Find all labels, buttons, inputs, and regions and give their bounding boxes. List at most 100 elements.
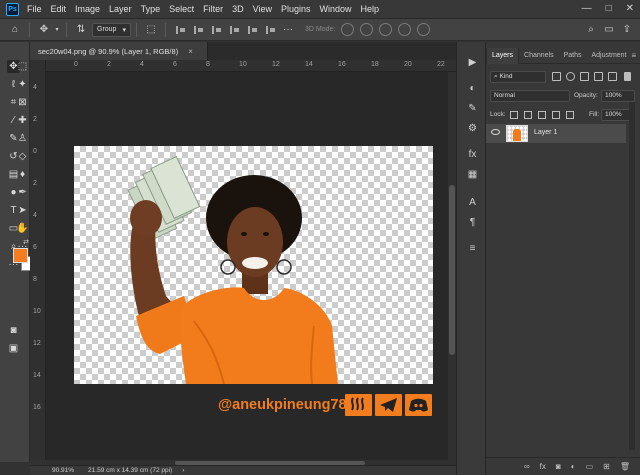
close-window-button[interactable]: ✕ [626,3,634,14]
quick-mask-icon[interactable]: ◙ [7,324,20,337]
menu-type[interactable]: Type [141,4,161,14]
new-group-icon[interactable]: ▭ [586,462,594,471]
menu-plugins[interactable]: Plugins [281,4,311,14]
blend-mode-value: Normal [494,92,515,99]
styles-panel-icon[interactable]: fx [466,148,479,161]
document-canvas[interactable] [74,146,433,384]
adjustments-panel-icon[interactable]: ⚙ [466,122,479,135]
slide-3d-icon [398,23,412,36]
healing-brush-tool-icon[interactable]: ✚ [16,114,29,127]
maximize-button[interactable]: □ [606,3,612,14]
pen-tool-icon[interactable]: ✒ [16,186,29,199]
align-center-icon[interactable] [191,24,205,36]
menu-edit[interactable]: Edit [51,4,67,14]
paragraph-panel-icon[interactable]: ¶ [466,216,479,229]
ruler-tick-label: 14 [33,372,41,379]
vertical-ruler: 4 2 0 2 4 6 8 10 12 14 16 [30,60,46,460]
menu-view[interactable]: View [253,4,272,14]
swap-colors-icon[interactable]: ⇄ [16,238,29,248]
tab-channels[interactable]: Channels [519,48,559,64]
align-left-icon[interactable] [173,24,187,36]
opacity-input[interactable]: 100% [601,90,635,102]
vertical-scrollbar-thumb[interactable] [449,185,455,355]
lock-artboard-icon[interactable] [552,111,560,119]
foreground-color-swatch[interactable] [13,248,28,263]
color-panel-icon[interactable]: ◐ [466,82,479,95]
home-icon[interactable]: ⌂ [6,22,24,38]
more-options-icon[interactable]: ··· [279,22,297,38]
marquee-tool-icon[interactable]: ⬚ [16,60,29,73]
workspace-icon[interactable]: ▭ [600,22,618,38]
frame-tool-icon[interactable]: ⊠ [16,96,29,109]
ruler-tick-label: 16 [338,61,346,68]
pixel-filter-icon[interactable] [552,72,561,81]
status-menu-arrow[interactable]: › [182,467,184,474]
layer-name[interactable]: Layer 1 [534,129,557,136]
document-tab[interactable]: sec20w04.png @ 90.9% (Layer 1, RGB/8) × [30,42,208,60]
menu-filter[interactable]: Filter [203,4,223,14]
eye-visibility-icon[interactable] [491,129,500,135]
search-icon[interactable]: ⌕ [582,22,600,38]
menu-window[interactable]: Window [320,4,352,14]
menu-layer[interactable]: Layer [109,4,132,14]
share-icon[interactable]: ⇪ [618,22,636,38]
magic-wand-tool-icon[interactable]: ✦ [16,78,29,91]
close-tab-icon[interactable]: × [188,47,193,56]
align-top-icon[interactable] [227,24,241,36]
lock-position-icon[interactable] [538,111,546,119]
align-bottom-icon[interactable] [263,24,277,36]
filter-toggle-icon[interactable] [624,72,631,81]
photoshop-logo-icon[interactable]: Ps [6,2,19,16]
layer-style-icon[interactable]: fx [540,462,546,471]
lock-all-icon[interactable] [566,111,574,119]
menu-file[interactable]: File [27,4,42,14]
adjustment-layer-icon[interactable]: ◐ [571,462,576,471]
path-selection-tool-icon[interactable]: ➤ [16,204,29,217]
shape-filter-icon[interactable] [594,72,603,81]
properties-panel-icon[interactable]: ≡ [466,242,479,255]
move-tool-options-icon[interactable]: ✥ [35,22,53,38]
3d-mode-label: 3D Mode: [304,26,336,33]
link-layers-icon[interactable]: ∞ [524,462,530,471]
transform-controls-icon[interactable]: ⬚ [142,22,160,38]
auto-select-icon[interactable]: ⇅ [72,22,90,38]
menu-help[interactable]: Help [361,4,380,14]
hand-tool-icon[interactable]: ✋ [16,222,29,235]
tab-paths[interactable]: Paths [559,48,587,64]
brush-panel-icon[interactable]: ✎ [466,102,479,115]
smart-object-filter-icon[interactable] [608,72,617,81]
lock-transparency-icon[interactable] [510,111,518,119]
tab-layers[interactable]: Layers [486,47,520,64]
delete-layer-icon[interactable]: 🗑 [620,462,630,471]
auto-select-dropdown[interactable]: Group ▾ [92,22,131,37]
blend-mode-dropdown[interactable]: Normal [490,90,570,102]
play-actions-icon[interactable]: ▶ [466,56,479,69]
document-info: 21.59 cm x 14.39 cm (72 ppi) [88,467,173,474]
lock-pixels-icon[interactable] [524,111,532,119]
ruler-tick-label: 4 [140,61,144,68]
libraries-panel-icon[interactable]: ▦ [466,168,479,181]
minimize-button[interactable]: — [582,3,592,14]
stamp-tool-icon[interactable]: ♙ [16,132,29,145]
adjustment-filter-icon[interactable] [566,72,575,81]
layer-thumbnail [506,125,528,142]
menu-3d[interactable]: 3D [232,4,244,14]
align-right-icon[interactable] [209,24,223,36]
layers-scrollbar[interactable] [629,102,635,450]
align-middle-icon[interactable] [245,24,259,36]
zoom-level[interactable]: 90.91% [52,467,74,474]
character-panel-icon[interactable]: A [466,196,479,209]
blur-tool-icon[interactable]: ♦ [16,168,29,181]
layer-row[interactable]: Layer 1 [486,124,626,143]
new-layer-icon[interactable]: ⊞ [603,462,610,471]
menu-select[interactable]: Select [169,4,194,14]
panel-menu-icon[interactable]: ≡ [632,51,637,60]
screen-mode-icon[interactable]: ▣ [7,342,20,355]
layer-mask-icon[interactable]: ◙ [556,462,561,471]
filter-kind-dropdown[interactable]: ⌕ Kind [490,71,546,83]
menu-image[interactable]: Image [75,4,100,14]
chevron-down-icon[interactable]: ▾ [53,22,61,38]
tab-adjustments[interactable]: Adjustment [587,48,632,64]
type-filter-icon[interactable] [580,72,589,81]
eraser-tool-icon[interactable]: ◇ [16,150,29,163]
